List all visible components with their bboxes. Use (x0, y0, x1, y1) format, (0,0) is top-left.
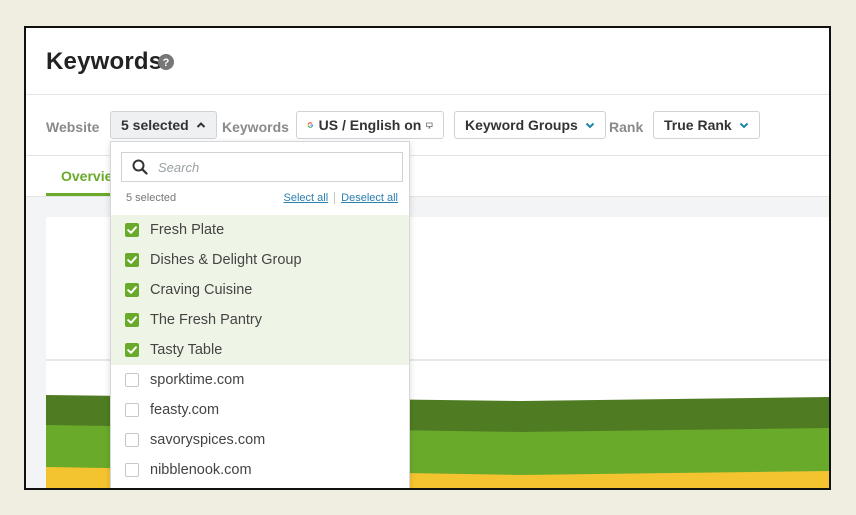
rank-dropdown-value: True Rank (664, 117, 732, 133)
search-box (121, 152, 403, 182)
list-item[interactable]: Tasty Table (111, 335, 409, 365)
keywords-label: Keywords (222, 119, 289, 135)
checkbox-unchecked-icon[interactable] (125, 373, 139, 387)
list-item[interactable]: The Fresh Pantry (111, 305, 409, 335)
chevron-up-icon (196, 122, 205, 128)
keywords-dropdown-button[interactable]: US / English on (296, 111, 444, 139)
list-item[interactable]: nibblenook.com (111, 455, 409, 485)
checkbox-checked-icon[interactable] (125, 343, 139, 357)
app-window: Keywords ? Website 5 selected Keywords U… (24, 26, 831, 490)
website-dropdown-button[interactable]: 5 selected (110, 111, 217, 139)
list-item-label: Craving Cuisine (150, 282, 253, 298)
list-item-label: Dishes & Delight Group (150, 252, 302, 268)
keywords-dropdown-value: US / English on (318, 117, 422, 133)
link-divider (334, 192, 336, 204)
google-icon (307, 122, 313, 128)
checkbox-unchecked-icon[interactable] (125, 433, 139, 447)
list-item[interactable]: Craving Cuisine (111, 275, 409, 305)
selected-count: 5 selected (126, 192, 177, 204)
deselect-all-link[interactable]: Deselect all (341, 192, 398, 204)
selection-links: Select all Deselect all (284, 192, 398, 204)
list-item[interactable]: Dishes & Delight Group (111, 245, 409, 275)
list-item[interactable]: sporktime.com (111, 365, 409, 395)
search-icon (132, 159, 148, 175)
checkbox-checked-icon[interactable] (125, 223, 139, 237)
checkbox-checked-icon[interactable] (125, 283, 139, 297)
checkbox-checked-icon[interactable] (125, 253, 139, 267)
rank-label: Rank (609, 119, 644, 135)
list-item[interactable]: savoryspices.com (111, 425, 409, 455)
search-input[interactable] (158, 153, 398, 181)
list-item[interactable]: Fresh Plate (111, 215, 409, 245)
website-dropdown-value: 5 selected (121, 117, 189, 133)
list-item-label: nibblenook.com (150, 462, 252, 478)
rank-dropdown-button[interactable]: True Rank (653, 111, 760, 139)
question-circle-icon[interactable]: ? (158, 54, 174, 70)
chevron-down-icon (739, 122, 748, 129)
keyword-groups-label: Keyword Groups (465, 117, 578, 133)
desktop-icon (426, 122, 433, 128)
page-title: Keywords (46, 48, 163, 75)
list-item[interactable]: feasty.com (111, 395, 409, 425)
website-list: Fresh Plate Dishes & Delight Group Craving… (111, 215, 409, 485)
list-item-label: Fresh Plate (150, 222, 225, 238)
website-label: Website (46, 119, 100, 135)
checkbox-unchecked-icon[interactable] (125, 403, 139, 417)
checkbox-unchecked-icon[interactable] (125, 463, 139, 477)
select-all-link[interactable]: Select all (284, 192, 329, 204)
list-item-label: sporktime.com (150, 372, 245, 388)
svg-text:?: ? (163, 57, 170, 69)
checkbox-checked-icon[interactable] (125, 313, 139, 327)
list-item-label: Tasty Table (150, 342, 223, 358)
chevron-down-icon (585, 122, 595, 129)
page-header: Keywords ? (26, 28, 829, 95)
list-item-label: The Fresh Pantry (150, 312, 263, 328)
website-dropdown-menu: 5 selected Select all Deselect all Fresh… (110, 141, 410, 488)
list-item-label: savoryspices.com (150, 432, 266, 448)
keyword-groups-dropdown-button[interactable]: Keyword Groups (454, 111, 606, 139)
list-item-label: feasty.com (150, 402, 220, 418)
